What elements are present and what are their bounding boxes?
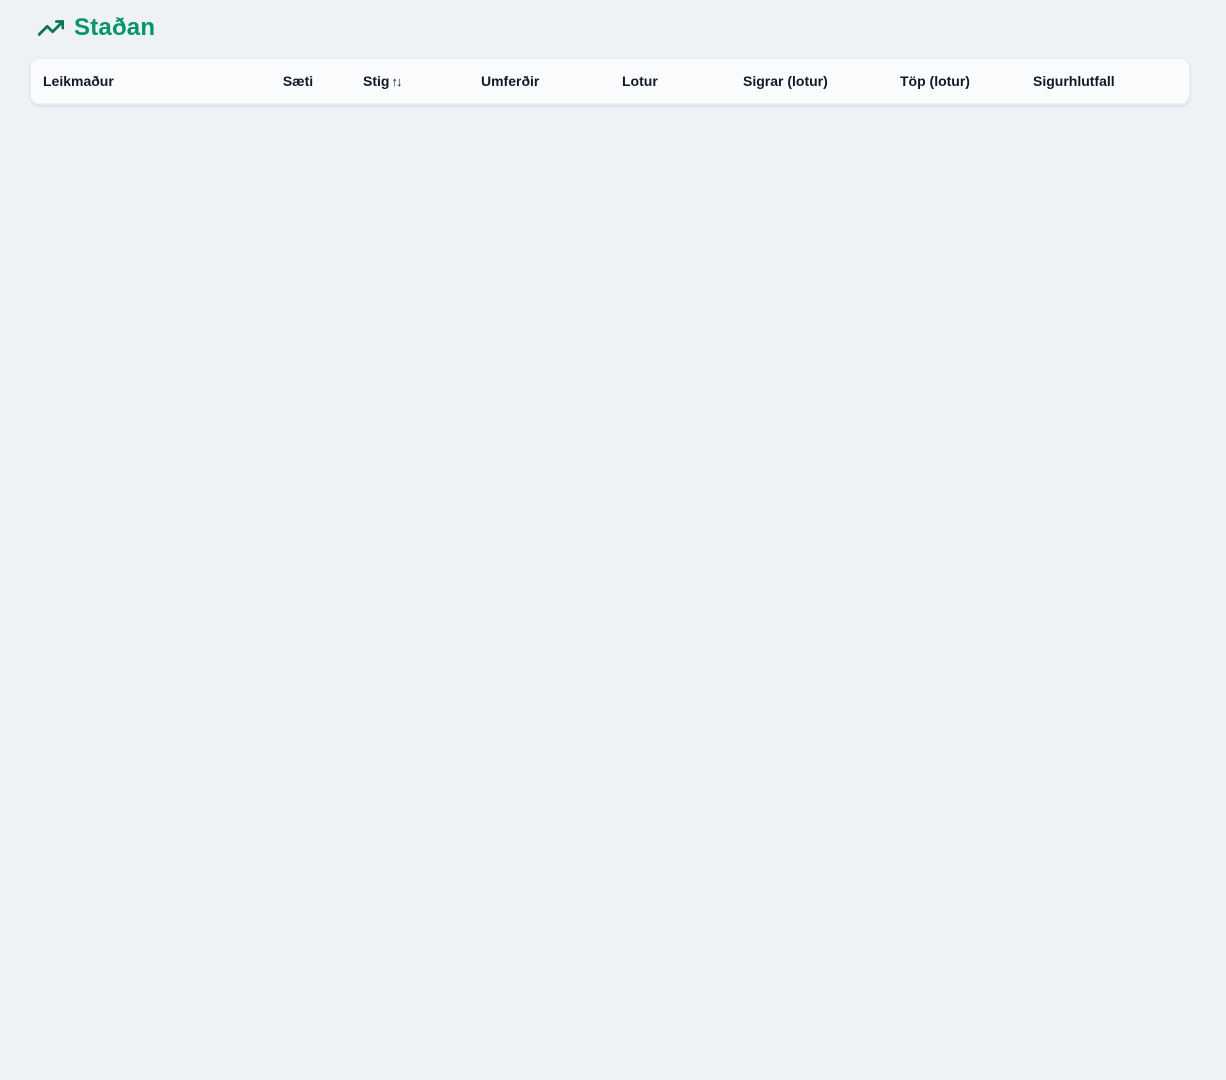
- col-header-saeti: Sæti: [253, 59, 343, 103]
- trending-up-icon: [38, 15, 64, 41]
- standings-table: Leikmaður Sæti Stig↑↓ Umferðir Lotur Sig…: [31, 59, 1190, 104]
- col-header-top-lotur: Töp (lotur): [880, 59, 1013, 103]
- standings-page: Staðan Leikmaður Sæti Stig↑↓ Umferðir Lo…: [0, 0, 1226, 125]
- page-title: Staðan: [74, 14, 155, 42]
- col-header-sigrar-lotur: Sigrar (lotur): [723, 59, 880, 103]
- page-header: Staðan: [30, 12, 1196, 58]
- standings-card: Leikmaður Sæti Stig↑↓ Umferðir Lotur Sig…: [30, 58, 1190, 105]
- col-header-sigurhlutfall: Sigurhlutfall: [1013, 59, 1190, 103]
- col-header-stig[interactable]: Stig↑↓: [343, 59, 461, 103]
- col-header-lotur: Lotur: [602, 59, 723, 103]
- col-header-umferdir: Umferðir: [461, 59, 602, 103]
- col-header-stig-label: Stig: [363, 73, 389, 89]
- col-header-leikmadur: Leikmaður: [31, 59, 253, 103]
- table-header-row: Leikmaður Sæti Stig↑↓ Umferðir Lotur Sig…: [31, 59, 1190, 103]
- sort-arrows-icon[interactable]: ↑↓: [391, 74, 400, 89]
